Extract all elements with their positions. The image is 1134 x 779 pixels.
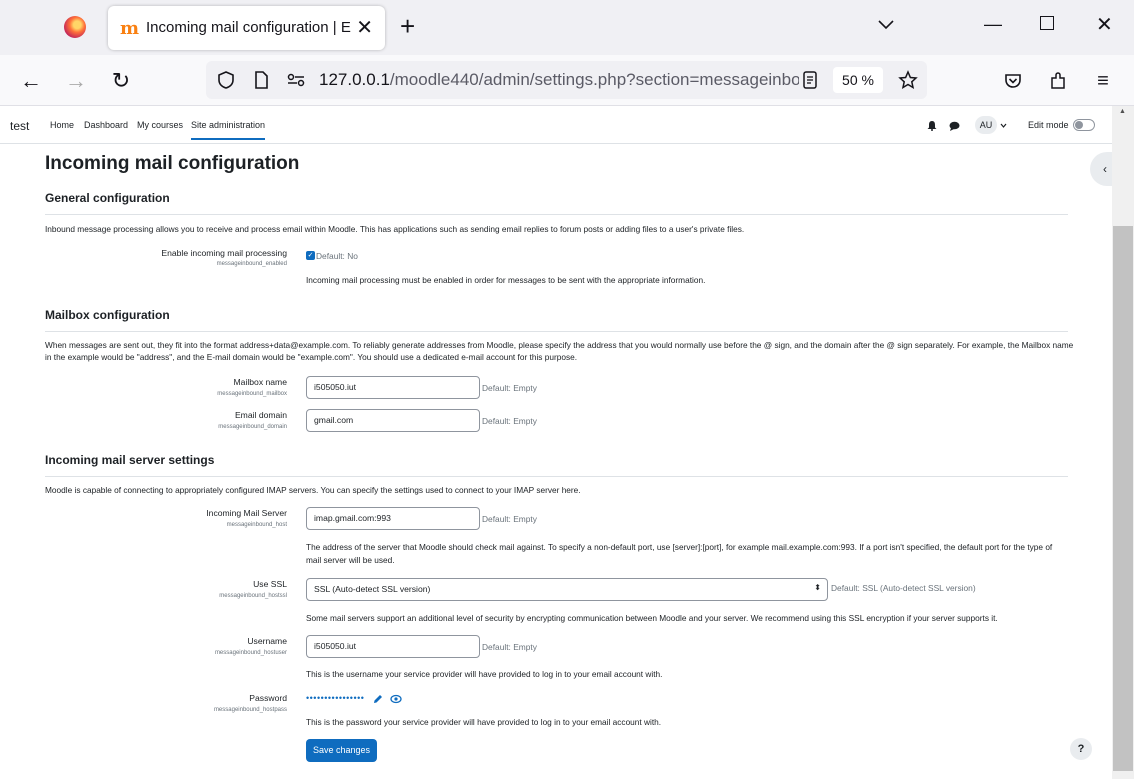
permissions-icon[interactable]	[286, 70, 306, 90]
password-label: Password	[249, 693, 287, 703]
incoming-mail-server-default: Default: Empty	[482, 514, 537, 524]
enable-incoming-mail-checkbox[interactable]: ✓	[306, 251, 315, 260]
password-key: messageinbound_hostpass	[213, 707, 287, 713]
list-all-tabs-icon[interactable]	[876, 14, 896, 34]
enable-incoming-mail-default: Default: No	[316, 251, 358, 261]
username-key: messageinbound_hostuser	[214, 650, 287, 656]
username-help: This is the username your service provid…	[306, 669, 663, 679]
scroll-up-arrow-icon[interactable]: ▲	[1119, 108, 1126, 115]
edit-pencil-icon[interactable]	[373, 694, 383, 704]
use-ssl-help: Some mail servers support an additional …	[306, 613, 998, 623]
maximize-icon[interactable]	[1040, 16, 1054, 30]
mailbox-description: When messages are sent out, they fit int…	[45, 340, 1074, 362]
zoom-level-button[interactable]: 50 %	[833, 67, 883, 93]
user-menu-chevron-down-icon[interactable]	[1000, 123, 1007, 128]
use-ssl-select[interactable]: SSL (Auto-detect SSL version) ⬍	[306, 578, 828, 601]
help-question-icon[interactable]: ?	[1070, 738, 1092, 760]
firefox-logo-icon[interactable]	[64, 16, 86, 38]
use-ssl-label: Use SSL	[253, 579, 287, 589]
nav-site-administration[interactable]: Site administration	[191, 120, 266, 140]
use-ssl-key: messageinbound_hostssl	[219, 593, 287, 599]
username-default: Default: Empty	[482, 642, 537, 652]
bookmark-star-icon[interactable]	[898, 70, 918, 90]
email-domain-input[interactable]: gmail.com	[306, 409, 480, 432]
nav-my-courses[interactable]: My courses	[137, 120, 183, 130]
email-domain-key: messageinbound_domain	[218, 424, 287, 430]
browser-toolbar: ← → ↻ 127.0.0.1/moodle440/admin/settings…	[0, 55, 1134, 106]
username-input[interactable]: i505050.iut	[306, 635, 480, 658]
incoming-mail-server-input[interactable]: imap.gmail.com:993	[306, 507, 480, 530]
tab-title: Incoming mail configuration | E	[146, 19, 351, 36]
minimize-icon[interactable]: —	[984, 14, 1002, 35]
pocket-icon[interactable]	[1003, 71, 1023, 91]
edit-mode-toggle[interactable]	[1073, 119, 1095, 131]
enable-incoming-mail-key: messageinbound_enabled	[216, 261, 287, 267]
mailbox-name-default: Default: Empty	[482, 383, 537, 393]
scrollbar-thumb[interactable]	[1113, 226, 1133, 771]
use-ssl-selected-value: SSL (Auto-detect SSL version)	[314, 584, 431, 594]
incoming-mail-server-label: Incoming Mail Server	[206, 508, 287, 518]
page-info-icon[interactable]	[251, 70, 271, 90]
use-ssl-default: Default: SSL (Auto-detect SSL version)	[831, 583, 976, 593]
password-masked-value[interactable]: ••••••••••••••••	[306, 693, 364, 703]
edit-mode-label: Edit mode	[1028, 120, 1069, 130]
email-domain-default: Default: Empty	[482, 416, 537, 426]
email-domain-label: Email domain	[234, 410, 287, 420]
page-title: Incoming mail configuration	[45, 153, 300, 174]
page-scrollbar[interactable]: ▲	[1112, 106, 1134, 779]
section-divider	[45, 331, 1068, 332]
select-arrows-icon: ⬍	[814, 583, 821, 592]
password-help: This is the password your service provid…	[306, 717, 662, 727]
browser-tab-strip: m Incoming mail configuration | E ✕ + — …	[0, 0, 1134, 55]
window-close-icon[interactable]: ✕	[1096, 12, 1113, 37]
reload-icon[interactable]: ↻	[107, 67, 135, 95]
settings-page: Incoming mail configuration ‹ General co…	[0, 144, 1120, 779]
tab-close-icon[interactable]: ✕	[356, 15, 373, 40]
nav-home[interactable]: Home	[50, 120, 74, 130]
server-description: Moodle is capable of connecting to appro…	[45, 485, 581, 495]
moodle-navbar: test Home Dashboard My courses Site admi…	[0, 106, 1112, 144]
mailbox-name-input[interactable]: i505050.iut	[306, 376, 480, 399]
back-arrow-icon[interactable]: ←	[17, 67, 45, 95]
section-divider	[45, 214, 1068, 215]
site-name[interactable]: test	[10, 119, 29, 133]
save-changes-button[interactable]: Save changes	[306, 739, 377, 762]
nav-dashboard[interactable]: Dashboard	[84, 120, 128, 130]
mailbox-name-label: Mailbox name	[233, 377, 288, 387]
enable-incoming-mail-label: Enable incoming mail processing	[161, 248, 287, 258]
incoming-mail-server-help: The address of the server that Moodle sh…	[306, 542, 1053, 565]
mailbox-name-key: messageinbound_mailbox	[217, 391, 287, 397]
forward-arrow-icon[interactable]: →	[62, 67, 90, 95]
shield-icon[interactable]	[216, 70, 236, 90]
notification-bell-icon[interactable]	[927, 120, 937, 131]
extensions-icon[interactable]	[1048, 71, 1068, 91]
reveal-password-eye-icon[interactable]	[390, 694, 402, 704]
active-tab[interactable]: m Incoming mail configuration | E ✕	[108, 6, 385, 50]
incoming-mail-server-heading: Incoming mail server settings	[45, 453, 215, 467]
reader-view-icon[interactable]	[800, 70, 820, 90]
new-tab-icon[interactable]: +	[400, 11, 415, 42]
mailbox-configuration-heading: Mailbox configuration	[45, 308, 170, 322]
general-description: Inbound message processing allows you to…	[45, 224, 745, 234]
url-text: 127.0.0.1/moodle440/admin/settings.php?s…	[319, 70, 799, 89]
section-divider	[45, 476, 1068, 477]
app-menu-icon[interactable]: ≡	[1089, 67, 1117, 95]
enable-incoming-mail-help: Incoming mail processing must be enabled…	[306, 275, 706, 285]
moodle-favicon-icon: m	[120, 18, 140, 39]
incoming-mail-server-key: messageinbound_host	[226, 522, 287, 528]
user-avatar[interactable]: AU	[975, 116, 997, 134]
messages-chat-icon[interactable]	[949, 121, 960, 131]
username-label: Username	[247, 636, 287, 646]
address-bar[interactable]: 127.0.0.1/moodle440/admin/settings.php?s…	[206, 61, 927, 99]
general-configuration-heading: General configuration	[45, 191, 170, 205]
